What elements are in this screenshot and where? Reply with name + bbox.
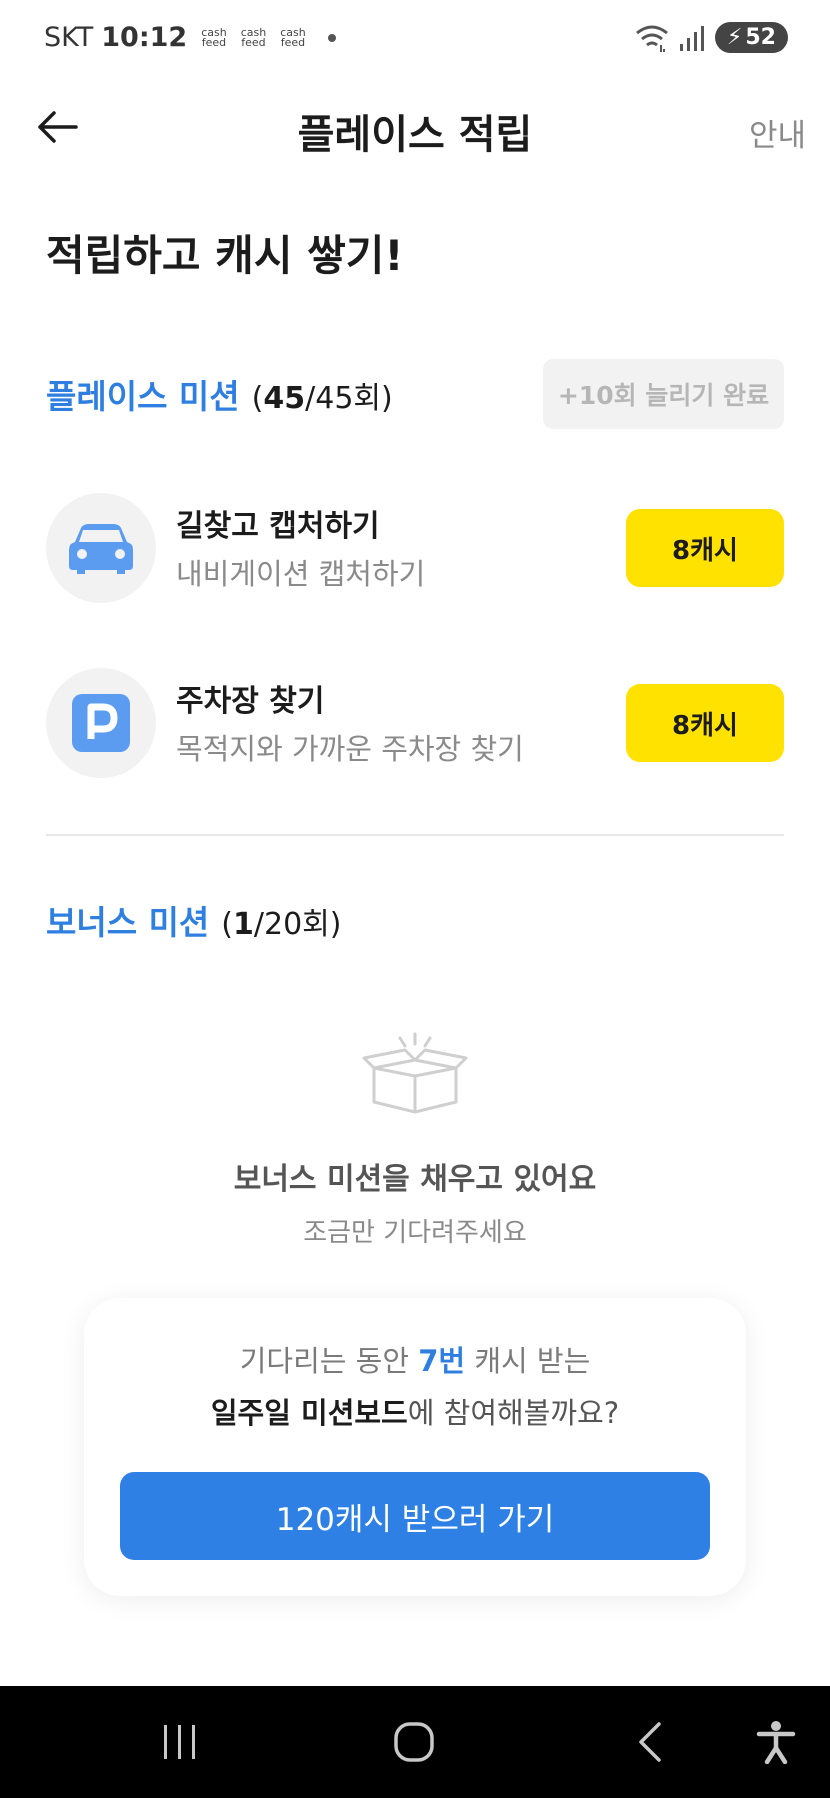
place-mission-title: 플레이스 미션 <box>46 377 240 416</box>
car-icon <box>69 524 133 574</box>
clock: 10:12 <box>101 22 188 53</box>
promo-line-2: 일주일 미션보드에 참여해볼까요? <box>210 1396 620 1430</box>
status-left: SKT 10:12 cash feed cash feed cash feed <box>44 22 336 53</box>
mission-icon-circle <box>46 668 156 778</box>
wifi-icon <box>635 25 668 52</box>
bonus-empty-subtitle: 조금만 기다려주세요 <box>303 1218 527 1248</box>
home-icon <box>394 1722 434 1762</box>
bonus-mission-header: 보너스 미션 (1/20회) <box>46 896 341 944</box>
place-mission-header: 플레이스 미션 (45/45회) <box>46 370 393 418</box>
signal-icon <box>679 25 704 51</box>
mission-title: 주차장 찾기 <box>176 684 325 719</box>
mission-title: 길찾고 캡처하기 <box>176 509 380 544</box>
weekly-mission-promo-card: 기다리는 동안 7번 캐시 받는 일주일 미션보드에 참여해볼까요? 120캐시… <box>84 1298 746 1596</box>
bonus-mission-count: (1/20회) <box>221 907 342 942</box>
charging-icon: ⚡ <box>726 25 743 50</box>
mission-item[interactable]: 주차장 찾기 목적지와 가까운 주차장 찾기 8캐시 <box>46 668 784 778</box>
mission-desc: 내비게이션 캡처하기 <box>176 557 426 591</box>
promo-line-1: 기다리는 동안 7번 캐시 받는 <box>239 1344 591 1378</box>
accessibility-icon <box>756 1721 796 1764</box>
cashfeed-notification-icon: cash feed <box>280 25 306 49</box>
back-nav-button[interactable] <box>620 1712 680 1772</box>
accessibility-button[interactable] <box>748 1712 804 1772</box>
system-nav-bar <box>0 1686 830 1798</box>
carrier-label: SKT <box>44 22 94 53</box>
guide-link[interactable]: 안내 <box>749 110 806 155</box>
status-right: ⚡ 52 <box>635 22 788 53</box>
page-title: 플레이스 적립 <box>297 112 533 158</box>
headline: 적립하고 캐시 쌓기! <box>46 231 404 280</box>
section-divider <box>46 834 784 836</box>
more-notifications-dot <box>327 33 336 42</box>
recent-apps-button[interactable] <box>150 1712 210 1772</box>
home-button[interactable] <box>384 1712 444 1772</box>
reward-button[interactable]: 8캐시 <box>626 684 784 762</box>
open-box-icon <box>362 1032 468 1114</box>
chevron-left-icon <box>639 1722 661 1762</box>
parking-icon <box>72 694 130 752</box>
place-mission-count: (45/45회) <box>251 381 393 416</box>
battery-indicator: ⚡ 52 <box>714 22 788 53</box>
mission-icon-circle <box>46 493 156 603</box>
mission-item[interactable]: 길찾고 캡처하기 내비게이션 캡처하기 8캐시 <box>46 493 784 603</box>
mission-desc: 목적지와 가까운 주차장 찾기 <box>176 732 524 766</box>
bonus-mission-title: 보너스 미션 <box>46 903 210 942</box>
cashfeed-notification-icon: cash feed <box>240 25 267 49</box>
reward-button[interactable]: 8캐시 <box>626 509 784 587</box>
cashfeed-notification-icon: cash feed <box>201 25 227 49</box>
extend-complete-button[interactable]: +10회 늘리기 완료 <box>543 359 784 429</box>
recent-apps-icon <box>164 1725 195 1759</box>
status-bar: SKT 10:12 cash feed cash feed cash feed <box>0 0 830 80</box>
bonus-empty-title: 보너스 미션을 채우고 있어요 <box>233 1162 597 1197</box>
get-cash-button[interactable]: 120캐시 받으러 가기 <box>120 1472 710 1560</box>
app-bar: 플레이스 적립 안내 <box>0 80 830 176</box>
